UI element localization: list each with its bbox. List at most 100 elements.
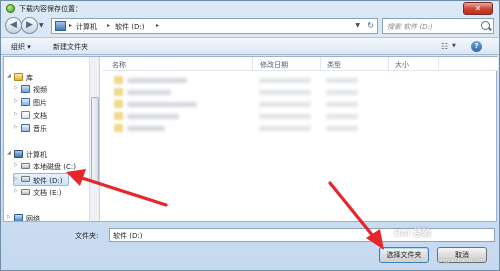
obscured-date [259, 126, 311, 131]
folder-field[interactable]: 软件 (D:) [109, 228, 495, 242]
expand-icon[interactable]: ▷ [14, 162, 18, 168]
refresh-icon[interactable]: ↻ [367, 21, 374, 30]
expand-icon[interactable]: ▷ [14, 85, 18, 91]
nav-item-computer[interactable]: ◢ 计算机 [7, 149, 87, 160]
expand-icon[interactable]: ▷ [14, 188, 18, 194]
music-icon [21, 124, 30, 132]
obscured-date [259, 102, 311, 107]
expand-icon[interactable]: ▷ [14, 124, 18, 130]
nav-item-drive-c[interactable]: ▷ 本地磁盘 (C:) [14, 161, 87, 172]
nav-item-documents[interactable]: ▷ 文档 [14, 110, 87, 121]
watermark-url: jingyan.baidu.com [438, 258, 485, 264]
nav-item-label: 视频 [33, 86, 47, 94]
breadcrumb-computer[interactable]: 计算机 [76, 22, 97, 32]
obscured-date [259, 78, 311, 83]
new-folder-button[interactable]: 新建文件夹 [53, 42, 88, 52]
obscured-name [127, 78, 187, 83]
address-bar[interactable]: ▸ 计算机 ▸ 软件 (D:) ▸ ▼ ↻ [51, 18, 378, 34]
forward-button[interactable]: ▶ [21, 17, 38, 34]
obscured-type [326, 102, 358, 107]
file-list[interactable]: 名称 修改日期 类型 大小 [102, 57, 498, 221]
column-divider[interactable] [438, 57, 439, 71]
view-dropdown-icon[interactable]: ▼ [452, 43, 456, 49]
folder-icon [114, 100, 123, 108]
pictures-icon [21, 98, 30, 106]
nav-item-label: 网络 [26, 215, 40, 221]
watermark-logo: Bai 经验 [394, 229, 432, 239]
chevron-right-icon[interactable]: ▸ [69, 22, 72, 29]
expand-icon[interactable]: ▷ [14, 98, 18, 104]
address-dropdown-icon[interactable]: ▼ [355, 22, 360, 29]
scrollbar-thumb[interactable] [91, 97, 99, 183]
expand-icon[interactable]: ▷ [14, 111, 18, 117]
search-icon[interactable] [481, 21, 490, 30]
nav-item-drive-e[interactable]: ▷ 文档 (E:) [14, 187, 87, 198]
nav-item-label: 音乐 [33, 125, 47, 133]
obscured-name [127, 90, 171, 95]
folder-label: 文件夹: [75, 232, 99, 240]
drive-icon [21, 176, 30, 182]
column-header-size[interactable]: 大小 [395, 60, 409, 70]
nav-item-libraries[interactable]: ◢ 库 [7, 72, 87, 83]
nav-item-label: 文档 (E:) [33, 189, 62, 197]
obscured-name [127, 114, 179, 119]
expand-icon[interactable]: ▷ [7, 214, 11, 220]
nav-item-videos[interactable]: ▷ 视频 [14, 84, 87, 95]
drive-icon [21, 163, 30, 169]
breadcrumb-drive-d[interactable]: 软件 (D:) [115, 22, 144, 32]
close-button[interactable]: ✕ [463, 2, 493, 15]
drive-icon [21, 189, 30, 195]
nav-item-drive-d[interactable]: ▷ 软件 (D:) [13, 173, 69, 186]
column-header-type[interactable]: 类型 [327, 60, 341, 70]
app-icon [6, 4, 15, 13]
address-row: ◀ ▶ ▼ ▸ 计算机 ▸ 软件 (D:) ▸ ▼ ↻ 搜索 软件 (D:) [1, 15, 499, 35]
table-row[interactable] [114, 123, 364, 134]
column-header-date[interactable]: 修改日期 [260, 60, 288, 70]
obscured-name [127, 126, 165, 131]
nav-item-music[interactable]: ▷ 音乐 [14, 123, 87, 134]
nav-item-label: 库 [26, 74, 33, 82]
obscured-type [326, 90, 358, 95]
column-divider[interactable] [252, 57, 253, 71]
folder-field-value: 软件 (D:) [113, 232, 143, 240]
nav-item-pictures[interactable]: ▷ 图片 [14, 97, 87, 108]
nav-item-network[interactable]: ▷ 网络 [7, 213, 87, 221]
table-row[interactable] [114, 111, 364, 122]
table-row[interactable] [114, 99, 364, 110]
table-row[interactable] [114, 87, 364, 98]
video-icon [21, 85, 30, 93]
column-divider[interactable] [320, 57, 321, 71]
obscured-date [259, 114, 311, 119]
column-headers: 名称 修改日期 类型 大小 [102, 57, 498, 71]
folder-icon [114, 88, 123, 96]
expand-icon[interactable]: ▷ [14, 176, 18, 182]
obscured-type [326, 114, 358, 119]
navigation-pane[interactable]: ◢ 库 ▷ 视频 ▷ 图片 ▷ 文档 ▷ 音乐 ◢ 计算机 ▷ 本地磁盘 (C:… [4, 57, 90, 221]
expand-icon[interactable]: ◢ [7, 73, 11, 79]
column-divider[interactable] [388, 57, 389, 71]
select-folder-button[interactable]: 选择文件夹 [379, 247, 429, 263]
nav-item-label: 文档 [33, 112, 47, 120]
navigation-scrollbar[interactable] [90, 57, 100, 221]
obscured-type [326, 126, 358, 131]
chevron-right-icon[interactable]: ▸ [156, 22, 159, 29]
help-icon[interactable]: ? [471, 41, 482, 52]
network-icon [14, 214, 23, 221]
obscured-name [127, 102, 197, 107]
column-header-name[interactable]: 名称 [112, 60, 126, 70]
nav-item-label: 图片 [33, 99, 47, 107]
expand-icon[interactable]: ◢ [7, 150, 11, 156]
folder-icon [114, 124, 123, 132]
search-input[interactable]: 搜索 软件 (D:) [382, 18, 494, 34]
back-button[interactable]: ◀ [5, 17, 22, 34]
computer-icon [55, 21, 66, 31]
library-icon [14, 73, 23, 81]
table-row[interactable] [114, 75, 364, 86]
window-title: 下载内容保存位置： [19, 5, 82, 13]
folder-icon [114, 112, 123, 120]
recent-locations-dropdown-icon[interactable]: ▼ [39, 22, 44, 29]
computer-icon [14, 150, 23, 158]
chevron-right-icon[interactable]: ▸ [107, 22, 110, 29]
organize-menu[interactable]: 组织 ▾ [11, 42, 31, 52]
view-options-icon[interactable]: ☷ [441, 42, 448, 51]
